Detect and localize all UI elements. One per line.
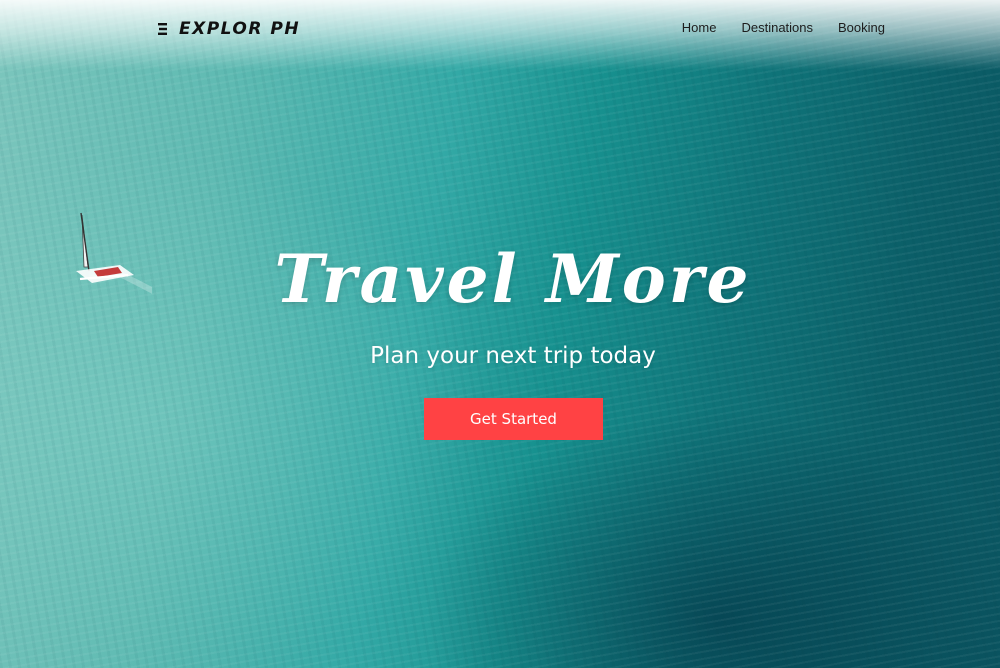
navbar: EXPLOR PH Home Destinations Booking bbox=[0, 0, 1000, 58]
get-started-button[interactable]: Get Started bbox=[424, 398, 603, 440]
hero-background bbox=[0, 0, 1000, 668]
brand-name: EXPLOR PH bbox=[179, 19, 301, 39]
nav-link-home[interactable]: Home bbox=[682, 20, 717, 35]
nav-link-booking[interactable]: Booking bbox=[838, 20, 885, 35]
water-texture bbox=[0, 0, 1000, 668]
nav-links: Home Destinations Booking bbox=[657, 20, 885, 35]
nav-link-destinations[interactable]: Destinations bbox=[741, 20, 813, 35]
menu-lines-icon bbox=[158, 23, 167, 35]
brand-logo[interactable]: EXPLOR PH bbox=[158, 18, 300, 40]
hero-subtitle: Plan your next trip today bbox=[370, 343, 656, 369]
hero-title: Travel More bbox=[274, 240, 752, 318]
